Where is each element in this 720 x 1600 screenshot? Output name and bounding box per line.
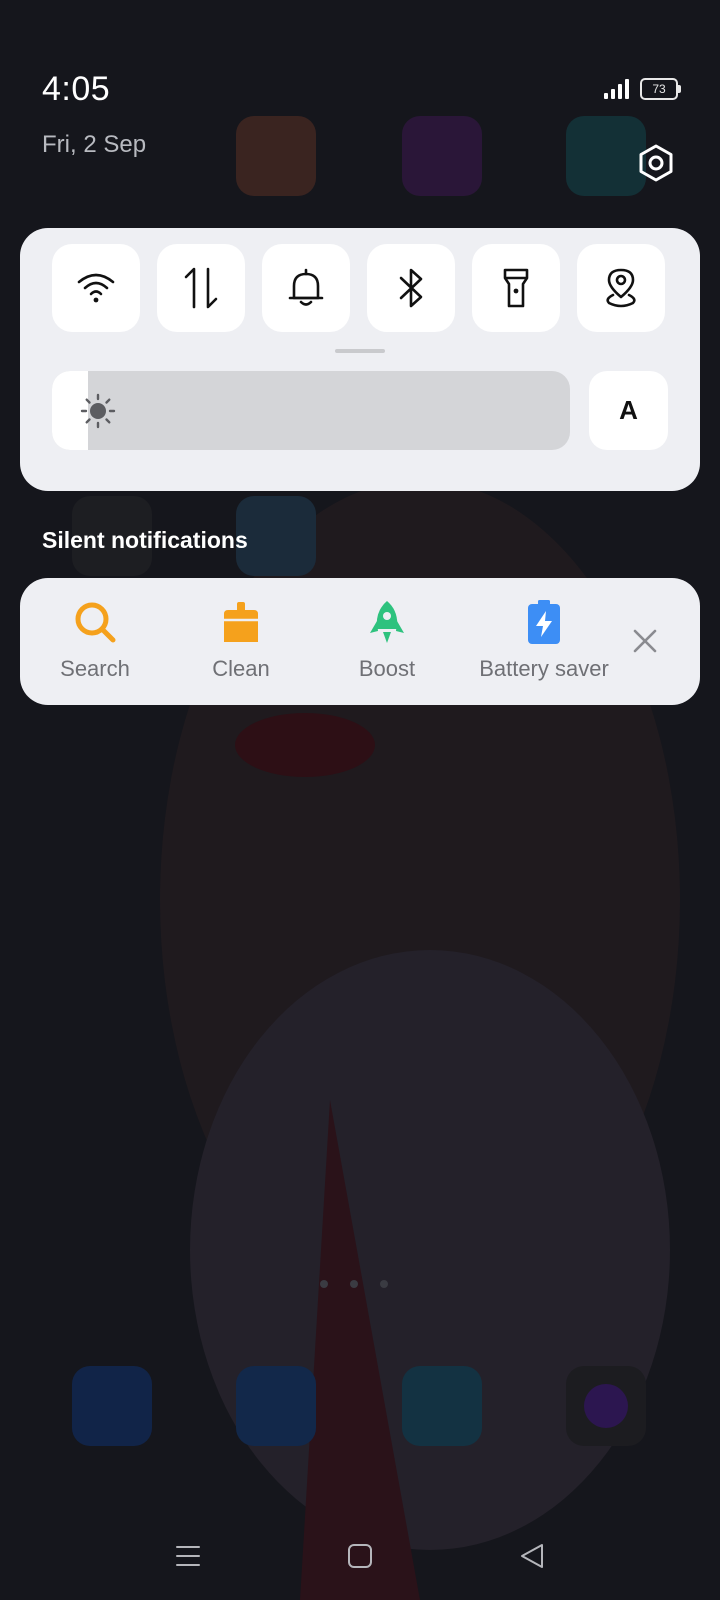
notification-card: Search Clean Boost Battery saver [20,578,700,705]
battery-icon: 73 [640,78,681,100]
page-dot [380,1280,388,1288]
tile-flashlight[interactable] [472,244,560,332]
action-label: Search [60,656,130,681]
nav-menu-button[interactable] [168,1536,208,1576]
tile-mobile-data[interactable] [157,244,245,332]
gear-icon[interactable] [637,144,675,182]
tile-sound[interactable] [262,244,350,332]
sun-icon [80,393,116,429]
action-search[interactable]: Search [20,578,170,705]
bluetooth-icon [399,268,423,308]
brightness-slider[interactable] [52,371,570,450]
nav-back-button[interactable] [512,1536,552,1576]
search-icon [75,602,116,643]
menu-icon [176,1546,200,1566]
tile-location[interactable] [577,244,665,332]
quick-settings-panel: A [20,228,700,491]
page-dot [350,1280,358,1288]
action-clean[interactable]: Clean [170,578,312,705]
rocket-icon [370,601,404,643]
action-label: Boost [358,656,416,681]
action-label: Battery saver [479,656,609,681]
wifi-icon [77,273,115,303]
signal-icon [604,79,629,99]
action-battery-saver[interactable]: Battery saver [466,578,622,705]
action-boost[interactable]: Boost [312,578,462,705]
page-indicator [320,1280,388,1288]
auto-brightness-button[interactable]: A [589,371,668,450]
page-dot [320,1280,328,1288]
battery-saver-icon [528,600,560,644]
clock-time: 4:05 [42,70,111,108]
nav-home-button[interactable] [340,1536,380,1576]
broom-icon [224,602,258,642]
back-icon [521,1544,543,1568]
mobile-data-icon [184,267,218,309]
action-label: Clean [212,656,270,681]
notification-shade: 4:05 Fri, 2 Sep 73 A Silent notification… [0,0,720,1600]
tile-wifi[interactable] [52,244,140,332]
home-icon [348,1544,372,1568]
date-label: Fri, 2 Sep [42,131,147,158]
status-icons: 73 [604,78,681,100]
tile-bluetooth[interactable] [367,244,455,332]
location-icon [606,268,636,308]
silent-notifications-title: Silent notifications [42,527,248,553]
close-icon[interactable] [632,628,658,654]
flashlight-icon [503,268,529,308]
bell-icon [288,268,324,306]
panel-drag-handle[interactable] [335,349,385,353]
